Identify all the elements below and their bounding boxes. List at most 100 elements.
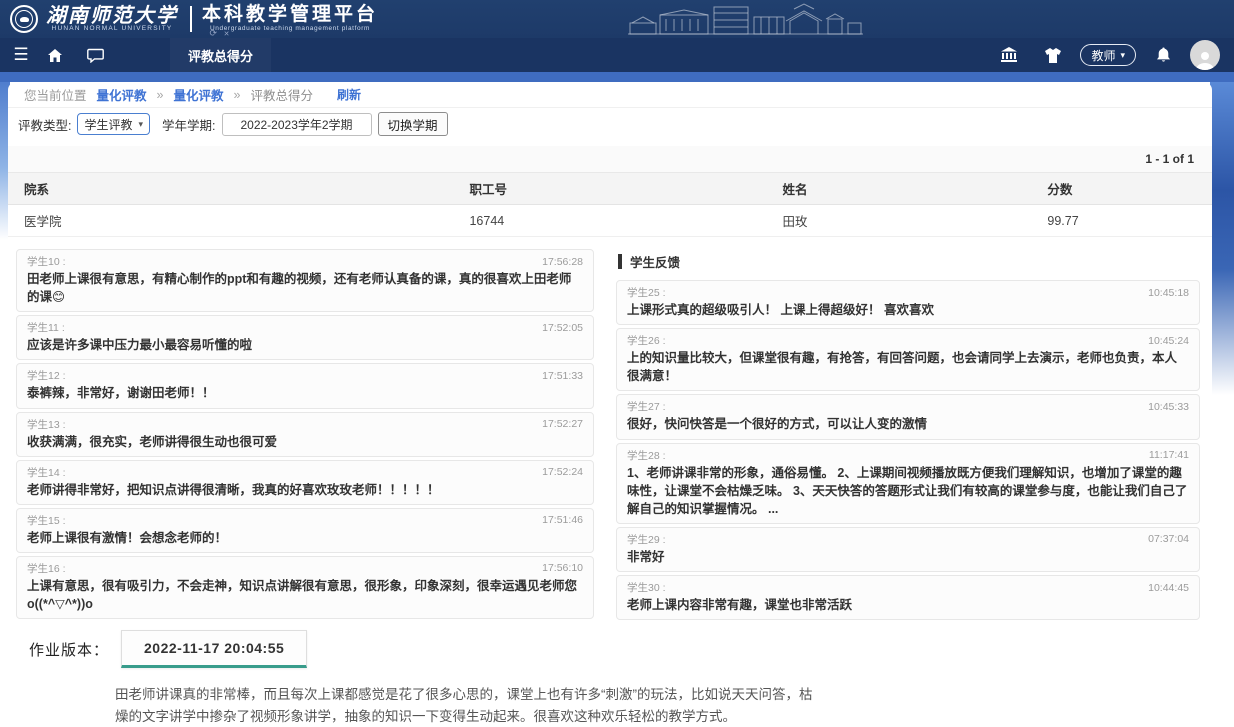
comment-text: 上的知识量比较大，但课堂很有趣，有抢答，有回答问题，也会请同学上去演示，老师也负…: [627, 349, 1189, 385]
comment-author: 学生12 :: [27, 368, 66, 383]
student-feedback-title: 学生反馈: [618, 251, 1200, 271]
caret-down-icon: ▾: [1120, 50, 1125, 61]
comment-text: 非常好: [627, 548, 1189, 566]
comment-timestamp: 17:56:28: [542, 256, 583, 268]
institution-bank-icon[interactable]: [992, 38, 1026, 72]
homework-version-label: 作业版本：: [29, 639, 109, 660]
comment-text: 老师上课很有激情！会想念老师的！: [27, 529, 583, 547]
notification-bell-icon[interactable]: [1146, 38, 1180, 72]
tab-close-icon[interactable]: ✕: [224, 31, 232, 38]
tab-evaluation-score[interactable]: ⟳ ✕ 评教总得分: [170, 38, 271, 72]
pagination-info: 1 - 1 of 1: [8, 146, 1212, 172]
breadcrumb-separator: »: [157, 88, 164, 102]
breadcrumb: 您当前位置 量化评教 » 量化评教 » 评教总得分 刷新: [8, 82, 1212, 108]
score-table: 院系 职工号 姓名 分数 医学院 16744 田玫 99.77: [8, 172, 1212, 237]
cell-department: 医学院: [8, 205, 453, 237]
breadcrumb-current: 评教总得分: [250, 85, 313, 104]
comment-text: 上课有意思，很有吸引力，不会走神，知识点讲解很有意思，很形象，印象深刻，很幸运遇…: [27, 577, 583, 613]
col-department: 院系: [8, 173, 453, 205]
score-table-block: 1 - 1 of 1 院系 职工号 姓名 分数 医学院 16744 田玫 99.…: [8, 146, 1212, 237]
comment-timestamp: 17:56:10: [542, 562, 583, 574]
user-avatar[interactable]: [1190, 40, 1220, 70]
comment-card: 学生30 : 10:44:45 老师上课内容非常有趣，课堂也非常活跃: [616, 575, 1200, 620]
comment-text: 很好，快问快答是一个很好的方式，可以让人变的激情: [627, 415, 1189, 433]
homework-version-button[interactable]: 2022-11-17 20:04:55: [121, 630, 307, 668]
comment-timestamp: 17:51:46: [542, 514, 583, 526]
comment-author: 学生27 :: [627, 399, 666, 414]
breadcrumb-link-2[interactable]: 量化评教: [173, 85, 223, 104]
comment-text: 收获满满，很充实，老师讲得很生动也很可爱: [27, 433, 583, 451]
main-navbar: ☰ ⟳ ✕ 评教总得分 教师 ▾: [0, 38, 1234, 72]
cell-staff-id: 16744: [453, 205, 766, 237]
comment-timestamp: 07:37:04: [1148, 533, 1189, 545]
comment-author: 学生11 :: [27, 320, 65, 335]
comment-author: 学生15 :: [27, 513, 66, 528]
comment-author: 学生25 :: [627, 285, 666, 300]
tab-controls: ⟳ ✕: [210, 28, 232, 39]
content-card: 您当前位置 量化评教 » 量化评教 » 评教总得分 刷新 评教类型: 学生评教 …: [8, 82, 1212, 612]
role-selector-dropdown[interactable]: 教师 ▾: [1080, 44, 1136, 66]
shirt-icon[interactable]: [1036, 38, 1070, 72]
comment-author: 学生28 :: [627, 448, 666, 463]
comment-text: 泰裤辣，非常好，谢谢田老师！！: [27, 384, 583, 402]
col-score: 分数: [1031, 173, 1212, 205]
comment-timestamp: 17:51:33: [542, 370, 583, 382]
comment-timestamp: 17:52:27: [542, 418, 583, 430]
message-bubble-icon[interactable]: [78, 38, 112, 72]
background-right-edge: [1210, 80, 1234, 395]
table-row[interactable]: 医学院 16744 田玫 99.77: [8, 205, 1212, 237]
left-comment-list: 学生10 : 17:56:28 田老师上课很有意思，有精心制作的ppt和有趣的视…: [16, 249, 594, 620]
right-comment-panel: 学生反馈 学生25 : 10:45:18 上课形式真的超级吸引人！ 上课上得超级…: [616, 249, 1200, 620]
comment-text: 老师上课内容非常有趣，课堂也非常活跃: [627, 596, 1189, 614]
col-name: 姓名: [767, 173, 1032, 205]
right-comment-list: 学生25 : 10:45:18 上课形式真的超级吸引人！ 上课上得超级好！ 喜欢…: [616, 280, 1200, 620]
app-header: 湖南师范大学 HUNAN NORMAL UNIVERSITY 本科教学管理平台 …: [0, 0, 1234, 38]
university-name-block: 湖南师范大学 HUNAN NORMAL UNIVERSITY: [46, 5, 178, 33]
term-label: 学年学期:: [162, 115, 215, 134]
comment-timestamp: 11:17:41: [1149, 449, 1189, 461]
bottom-comment-note: 田老师讲课真的非常棒，而且每次上课都感觉是花了很多心思的，课堂上也有许多“刺激”…: [115, 684, 817, 727]
cell-name: 田玫: [767, 205, 1032, 237]
switch-term-button[interactable]: 切换学期: [378, 112, 448, 136]
comment-author: 学生30 :: [627, 580, 666, 595]
homework-version-row: 作业版本： 2022-11-17 20:04:55: [29, 630, 1212, 668]
tab-refresh-icon[interactable]: ⟳: [210, 28, 220, 38]
col-staff-id: 职工号: [453, 173, 766, 205]
accent-strip: [0, 72, 1234, 82]
comment-card: 学生16 : 17:56:10 上课有意思，很有吸引力，不会走神，知识点讲解很有…: [16, 556, 594, 619]
student-feedback-label: 学生反馈: [630, 252, 680, 271]
term-input[interactable]: [222, 113, 372, 136]
chevron-down-icon: ▾: [139, 119, 144, 130]
evaluation-type-value: 学生评教: [84, 116, 132, 133]
breadcrumb-separator: »: [234, 88, 241, 102]
breadcrumb-link-1[interactable]: 量化评教: [97, 85, 147, 104]
comment-author: 学生13 :: [27, 417, 66, 432]
title-bar-marker: [618, 254, 622, 269]
comment-timestamp: 10:45:18: [1148, 287, 1189, 299]
evaluation-type-select[interactable]: 学生评教 ▾: [77, 113, 150, 135]
comment-card: 学生26 : 10:45:24 上的知识量比较大，但课堂很有趣，有抢答，有回答问…: [616, 328, 1200, 391]
comment-timestamp: 10:45:33: [1148, 401, 1189, 413]
campus-skyline-illustration: [628, 3, 863, 37]
filter-toolbar: 评教类型: 学生评教 ▾ 学年学期: 切换学期: [8, 108, 1212, 140]
menu-hamburger-icon[interactable]: ☰: [4, 38, 38, 72]
comment-card: 学生25 : 10:45:18 上课形式真的超级吸引人！ 上课上得超级好！ 喜欢…: [616, 280, 1200, 325]
comment-timestamp: 17:52:24: [542, 466, 583, 478]
cell-score: 99.77: [1031, 205, 1212, 237]
comment-text: 1、老师讲课非常的形象，通俗易懂。 2、上课期间视频播放既方便我们理解知识，也增…: [627, 464, 1189, 518]
comment-card: 学生14 : 17:52:24 老师讲得非常好，把知识点讲得很清晰，我真的好喜欢…: [16, 460, 594, 505]
platform-title-cn: 本科教学管理平台: [202, 5, 378, 25]
title-divider: [190, 6, 192, 32]
role-label: 教师: [1091, 47, 1115, 64]
comment-text: 上课形式真的超级吸引人！ 上课上得超级好！ 喜欢喜欢: [627, 301, 1189, 319]
comment-author: 学生26 :: [627, 333, 666, 348]
home-icon[interactable]: [38, 38, 72, 72]
comment-card: 学生27 : 10:45:33 很好，快问快答是一个很好的方式，可以让人变的激情: [616, 394, 1200, 439]
comment-timestamp: 10:45:24: [1148, 335, 1189, 347]
refresh-link[interactable]: 刷新: [337, 86, 361, 103]
comment-author: 学生16 :: [27, 561, 66, 576]
comment-card: 学生10 : 17:56:28 田老师上课很有意思，有精心制作的ppt和有趣的视…: [16, 249, 594, 312]
university-seal-logo: [10, 5, 38, 33]
comment-card: 学生13 : 17:52:27 收获满满，很充实，老师讲得很生动也很可爱: [16, 412, 594, 457]
evaluation-type-label: 评教类型:: [18, 115, 71, 134]
